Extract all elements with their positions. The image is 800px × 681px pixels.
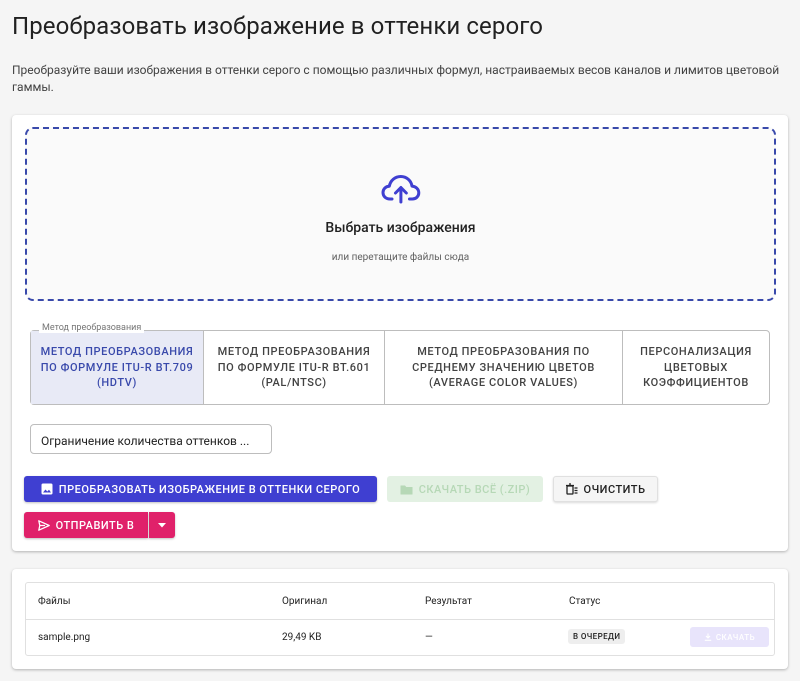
converter-card: Выбрать изображения или перетащите файлы… xyxy=(12,115,788,551)
download-file-label: Скачать xyxy=(715,632,756,642)
method-legend: Метод преобразования xyxy=(39,323,145,333)
clear-all-icon xyxy=(565,483,578,495)
clear-button-label: Очистить xyxy=(583,482,646,496)
method-option-custom[interactable]: Персонализация цветовых коэффициентов xyxy=(623,331,769,404)
file-result: — xyxy=(425,632,433,643)
method-option-average[interactable]: Метод преобразования по среднему значени… xyxy=(385,331,623,404)
conversion-method-group: Метод преобразования Метод преобразовани… xyxy=(30,323,770,405)
file-name: sample.png xyxy=(38,632,91,643)
files-card: Файлы Оригинал Результат Статус sample.p… xyxy=(12,569,788,669)
download-zip-button[interactable]: Скачать всё (.zip) xyxy=(387,476,543,502)
convert-button[interactable]: Преобразовать изображение в оттенки серо… xyxy=(24,476,377,502)
convert-button-label: Преобразовать изображение в оттенки серо… xyxy=(58,482,361,496)
column-header-original: Оригинал xyxy=(282,596,328,607)
download-file-button[interactable]: Скачать xyxy=(690,627,769,647)
send-to-label: Отправить в xyxy=(55,518,135,532)
download-zip-label: Скачать всё (.zip) xyxy=(418,482,531,496)
shade-limit-select[interactable]: Ограничение количества оттенков ... xyxy=(30,424,272,454)
column-header-files: Файлы xyxy=(38,596,71,607)
column-header-result: Результат xyxy=(425,596,472,607)
files-table: Файлы Оригинал Результат Статус sample.p… xyxy=(25,582,775,656)
image-icon xyxy=(41,483,53,495)
clear-button[interactable]: Очистить xyxy=(553,476,658,502)
file-dropzone[interactable]: Выбрать изображения или перетащите файлы… xyxy=(25,127,776,301)
table-divider xyxy=(26,619,774,620)
caret-down-icon xyxy=(158,522,166,528)
method-option-bt709[interactable]: Метод преобразования по формуле ITU-R BT… xyxy=(31,331,204,404)
method-option-bt601[interactable]: Метод преобразования по формуле ITU-R BT… xyxy=(204,331,385,404)
download-icon xyxy=(704,633,712,641)
page-description: Преобразуйте ваши изображения в оттенки … xyxy=(12,63,780,94)
send-to-button[interactable]: Отправить в xyxy=(24,512,148,538)
page-title: Преобразовать изображение в оттенки серо… xyxy=(12,12,543,40)
send-icon xyxy=(37,519,50,531)
dropzone-hint: или перетащите файлы сюда xyxy=(331,252,470,263)
folder-zip-icon xyxy=(400,484,413,495)
send-to-dropdown-button[interactable] xyxy=(149,512,175,538)
cloud-upload-icon xyxy=(380,173,422,205)
file-original-size: 29,49 KB xyxy=(282,632,322,643)
status-badge: В ОЧЕРЕДИ xyxy=(568,629,626,644)
column-header-status: Статус xyxy=(569,596,601,607)
dropzone-title: Выбрать изображения xyxy=(325,220,476,236)
